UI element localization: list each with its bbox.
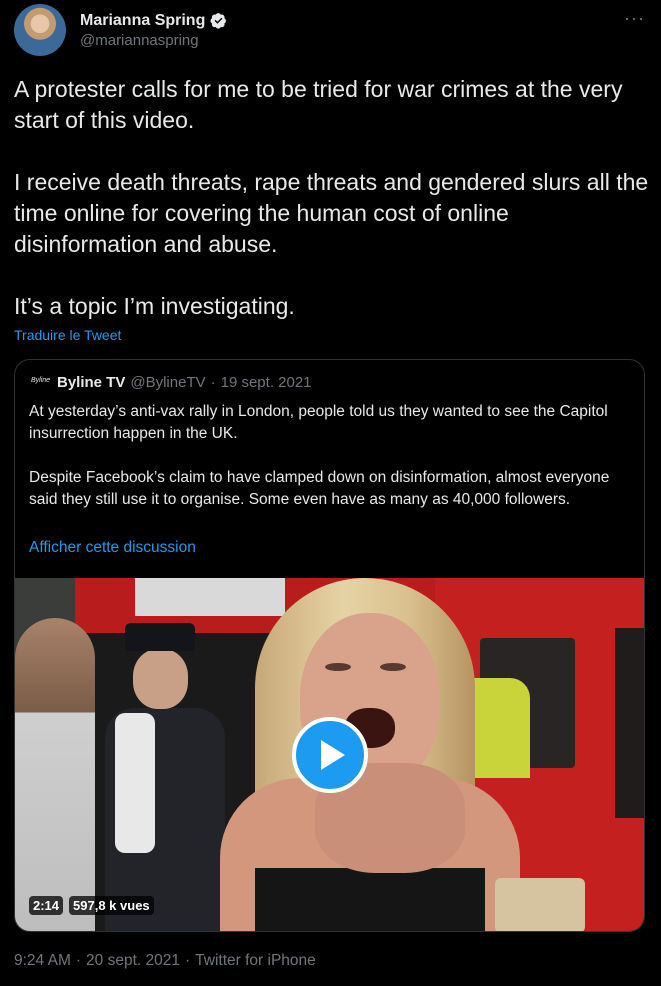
- quoted-tweet-header: Byline Byline TV @BylineTV · 19 sept. 20…: [31, 374, 312, 391]
- separator: ·: [210, 374, 216, 391]
- separator: ·: [75, 952, 82, 969]
- tweet-time[interactable]: 9:24 AM: [14, 952, 71, 970]
- video-duration: 2:14: [29, 896, 64, 915]
- quoted-author-handle[interactable]: @BylineTV: [130, 374, 205, 391]
- byline-logo-icon: Byline: [31, 376, 51, 384]
- video-meta: 2:14 597,8 k vues: [29, 896, 154, 915]
- tweet-header: Marianna Spring @mariannaspring ···: [14, 2, 647, 58]
- quoted-paragraph: Despite Facebook’s claim to have clamped…: [29, 469, 610, 508]
- video-view-count: 597,8 k vues: [69, 896, 154, 915]
- author-block: Marianna Spring @mariannaspring: [80, 12, 227, 49]
- tweet-paragraph: It’s a topic I’m investigating.: [14, 293, 295, 319]
- avatar[interactable]: [14, 4, 66, 56]
- verified-badge-icon: [210, 13, 227, 29]
- quoted-paragraph: At yesterday’s anti-vax rally in London,…: [29, 403, 608, 442]
- author-display-name[interactable]: Marianna Spring: [80, 12, 205, 30]
- more-options-icon[interactable]: ···: [624, 8, 645, 29]
- tweet-paragraph: I receive death threats, rape threats an…: [14, 169, 649, 257]
- author-name-row: Marianna Spring: [80, 12, 227, 30]
- tweet-footer: 9:24 AM · 20 sept. 2021 · Twitter for iP…: [14, 952, 316, 970]
- tweet-body: A protester calls for me to be tried for…: [14, 74, 649, 322]
- quoted-author-name[interactable]: Byline TV: [57, 374, 125, 391]
- quoted-tweet-body: At yesterday’s anti-vax rally in London,…: [29, 401, 629, 511]
- tweet-paragraph: A protester calls for me to be tried for…: [14, 76, 623, 133]
- video-player[interactable]: 2:14 597,8 k vues: [15, 578, 644, 931]
- tweet-date[interactable]: 20 sept. 2021: [86, 952, 180, 970]
- quoted-tweet[interactable]: Byline Byline TV @BylineTV · 19 sept. 20…: [14, 359, 645, 932]
- author-handle[interactable]: @mariannaspring: [80, 32, 227, 49]
- video-frame-police-officer: [105, 623, 225, 931]
- separator: ·: [185, 952, 191, 969]
- show-thread-link[interactable]: Afficher cette discussion: [29, 539, 196, 557]
- play-icon: [321, 740, 345, 770]
- play-button[interactable]: [292, 717, 368, 793]
- translate-tweet-link[interactable]: Traduire le Tweet: [14, 327, 121, 343]
- tweet-source[interactable]: Twitter for iPhone: [195, 952, 316, 970]
- quoted-tweet-date[interactable]: 19 sept. 2021: [221, 374, 312, 391]
